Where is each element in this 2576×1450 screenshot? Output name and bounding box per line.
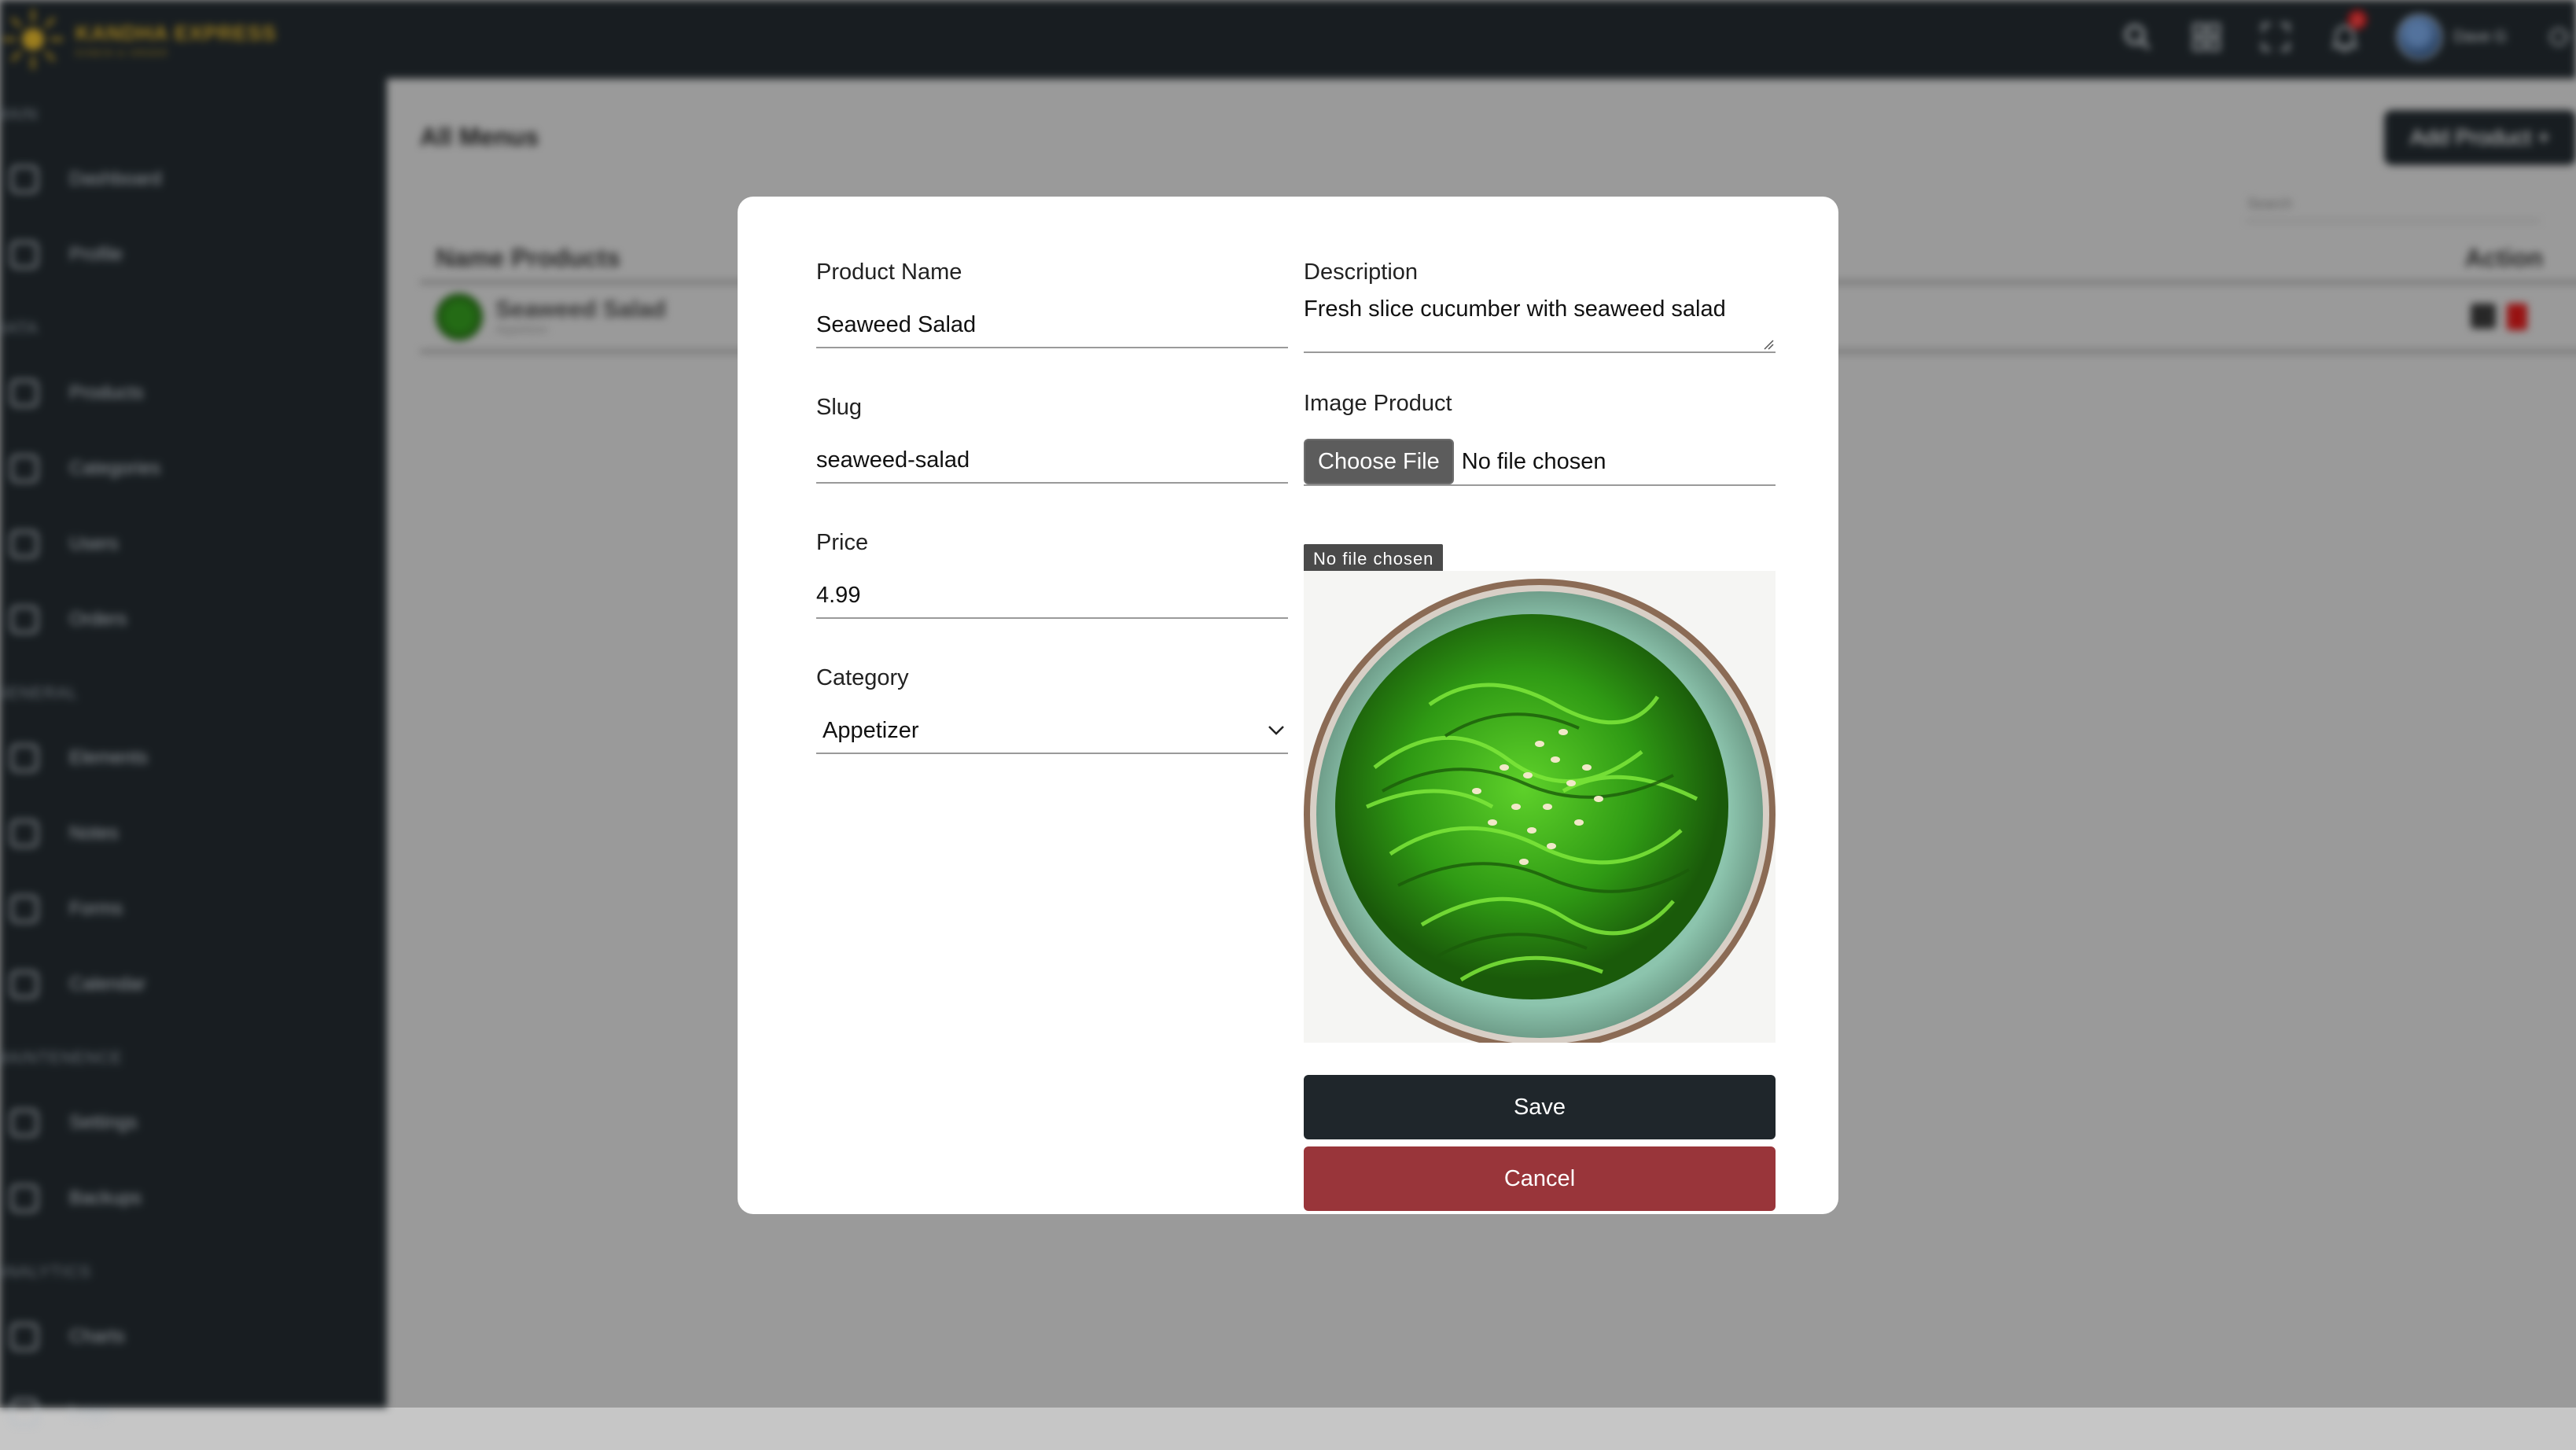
choose-file-button[interactable]: Choose File (1304, 439, 1454, 484)
category-label: Category (816, 665, 909, 690)
description-textarea[interactable]: Fresh slice cucumber with seaweed salad (1304, 296, 1776, 353)
slug-label: Slug (816, 395, 863, 420)
product-name-label: Product Name (816, 259, 962, 285)
edit-product-modal: Product Name Seaweed Salad Slug seaweed-… (738, 197, 1838, 1214)
file-status: No file chosen (1461, 448, 1606, 474)
image-product-label: Image Product (1304, 391, 1452, 416)
description-text: Fresh slice cucumber with seaweed salad (1304, 296, 1726, 322)
file-tooltip: No file chosen (1304, 544, 1444, 574)
description-label: Description (1304, 259, 1419, 285)
resize-handle-icon[interactable] (1761, 337, 1774, 350)
category-select-value: Appetizer (822, 717, 919, 743)
price-label: Price (816, 530, 869, 555)
modal-left-column: Product Name Seaweed Salad Slug seaweed-… (816, 259, 1288, 800)
image-file-input: Choose File No file chosen (1304, 439, 1776, 486)
category-select[interactable]: Appetizer (816, 708, 1288, 754)
cancel-button[interactable]: Cancel (1304, 1146, 1776, 1211)
chevron-down-icon (1268, 726, 1284, 735)
product-name-input[interactable]: Seaweed Salad (816, 303, 1288, 348)
modal-right-column: Description Fresh slice cucumber with se… (1304, 259, 1776, 1211)
seaweed-salad-image (1304, 571, 1776, 1043)
save-button[interactable]: Save (1304, 1075, 1776, 1139)
slug-input[interactable]: seaweed-salad (816, 438, 1288, 484)
product-image-preview (1304, 571, 1776, 1043)
price-input[interactable]: 4.99 (816, 573, 1288, 619)
